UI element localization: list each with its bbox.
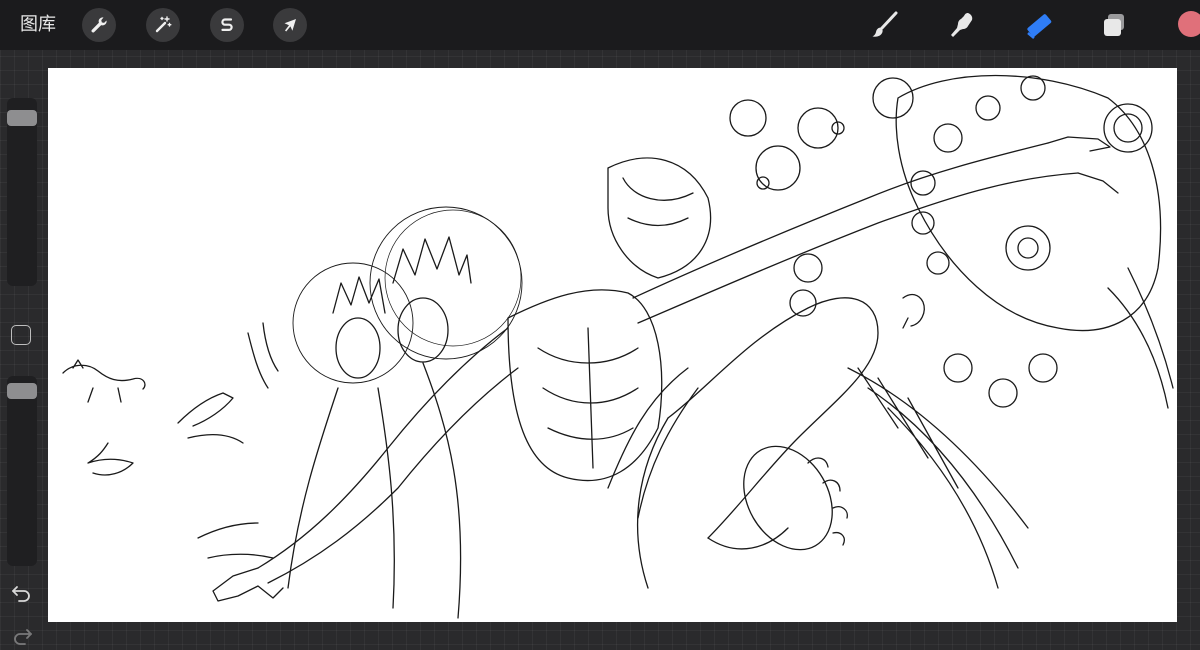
smudge-tool-button[interactable] [945,8,979,42]
wrench-icon [89,15,109,35]
layers-button[interactable] [1098,8,1132,42]
top-toolbar: 图库 [0,0,1200,50]
undo-button[interactable] [10,583,34,603]
brush-size-slider-thumb[interactable] [7,110,37,127]
gallery-button[interactable]: 图库 [20,12,56,38]
drawing-canvas[interactable] [48,68,1177,622]
brush-size-slider[interactable] [7,98,37,286]
brush-icon [870,10,900,40]
brush-tool-button[interactable] [868,8,902,42]
color-picker-swatch[interactable] [1178,11,1200,37]
selection-s-icon [217,15,237,35]
eraser-tool-button[interactable] [1021,8,1055,42]
transform-button[interactable] [273,8,307,42]
smudge-finger-icon [947,10,977,40]
redo-button[interactable] [10,626,34,646]
eraser-icon [1023,10,1053,40]
layers-icon [1100,10,1130,40]
modify-button[interactable] [11,325,31,345]
opacity-slider[interactable] [7,376,37,566]
selection-button[interactable] [210,8,244,42]
magic-wand-icon [153,15,173,35]
undo-arrow-icon [10,586,34,607]
actions-button[interactable] [82,8,116,42]
opacity-slider-thumb[interactable] [7,383,37,400]
line-art-drawing [62,74,1174,619]
left-sidebar [0,50,46,646]
adjustments-button[interactable] [146,8,180,42]
redo-arrow-icon [10,629,34,650]
arrow-cursor-icon [280,15,300,35]
